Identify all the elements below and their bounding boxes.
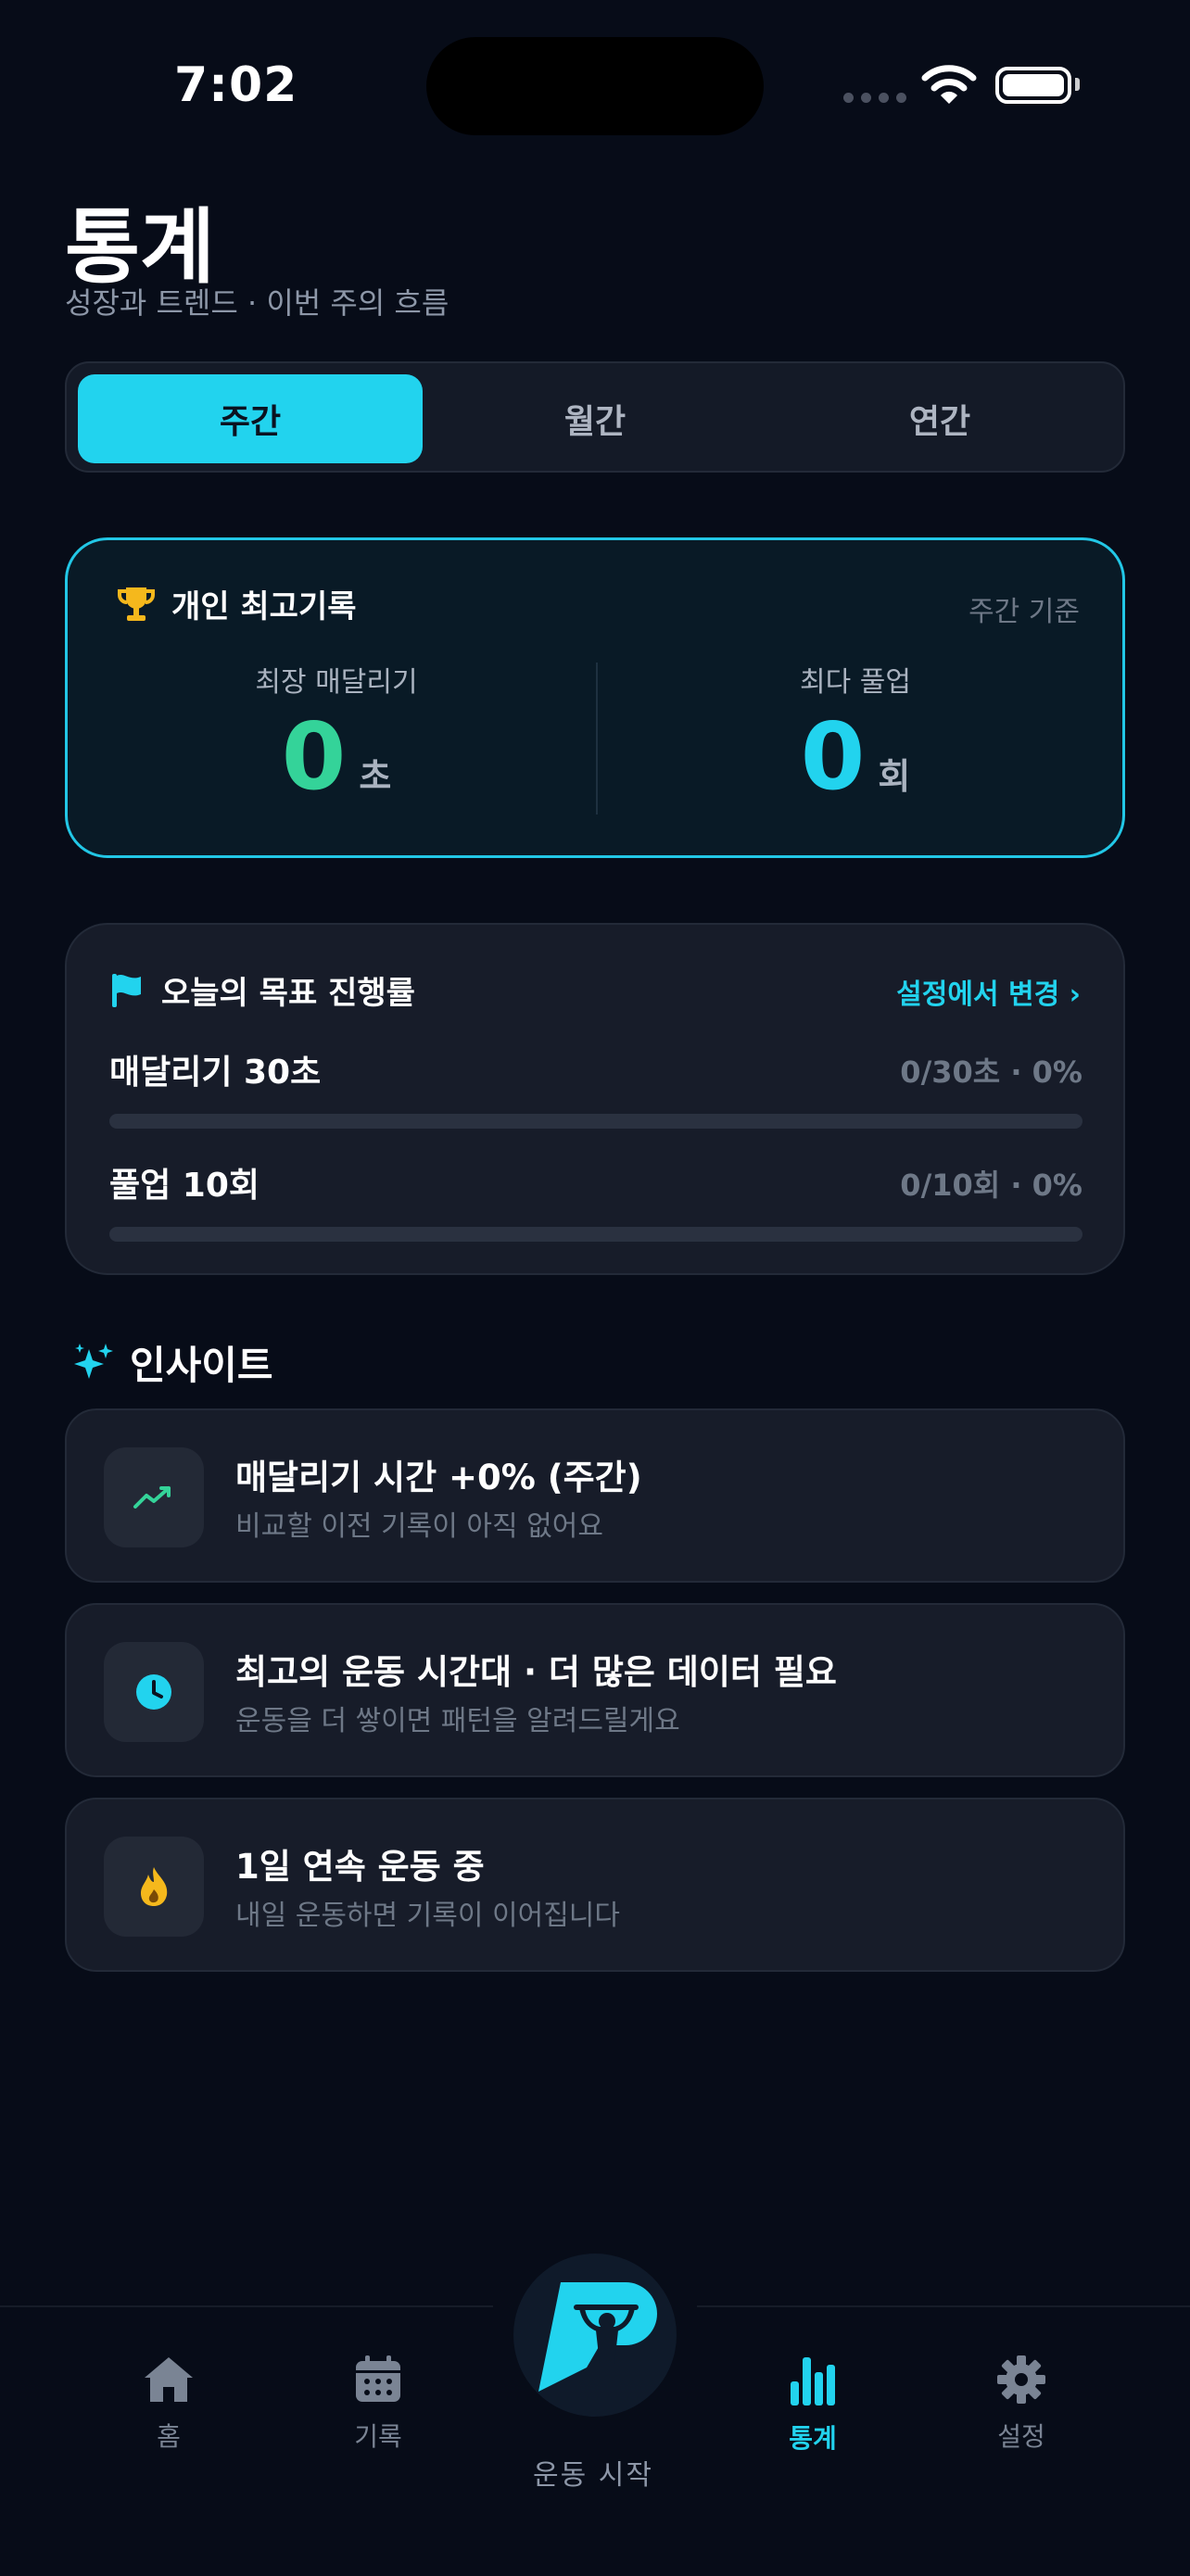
- tab-stats[interactable]: 통계: [739, 2354, 887, 2456]
- personal-best-divider: [596, 663, 598, 814]
- goal-row-pullup: 풀업 10회 0/10회 · 0%: [109, 1158, 1082, 1242]
- flame-icon: [141, 1867, 168, 1906]
- insight-card-best-time[interactable]: 최고의 운동 시간대 · 더 많은 데이터 필요 운동을 더 쌓이면 패턴을 알…: [65, 1603, 1125, 1777]
- battery-icon: [995, 67, 1071, 104]
- tab-records[interactable]: 기록: [304, 2354, 452, 2454]
- status-time: 7:02: [174, 57, 298, 113]
- insight-card-hang-trend[interactable]: 매달리기 시간 +0% (주간) 비교할 이전 기록이 아직 없어요: [65, 1408, 1125, 1583]
- max-pullup-value-row: 0회: [624, 711, 1087, 803]
- longest-hang-label: 최장 매달리기: [255, 666, 418, 699]
- insight-title: 매달리기 시간 +0% (주간): [235, 1458, 642, 1497]
- page-subtitle: 성장과 트렌드 · 이번 주의 흐름: [65, 285, 449, 321]
- start-workout-button[interactable]: [513, 2254, 677, 2417]
- max-pullup-label: 최다 풀업: [800, 666, 911, 699]
- daily-goal-title: 오늘의 목표 진행률: [161, 975, 415, 1012]
- longest-hang-value-row: 0초: [105, 711, 568, 803]
- goal-progress-track: [109, 1227, 1082, 1242]
- tab-yearly[interactable]: 연간: [767, 374, 1112, 463]
- tab-home[interactable]: 홈: [95, 2354, 243, 2454]
- daily-goal-card: 오늘의 목표 진행률 설정에서 변경 › 매달리기 30초 0/30초 · 0%…: [65, 923, 1125, 1275]
- tab-settings[interactable]: 설정: [947, 2354, 1095, 2454]
- tab-monthly[interactable]: 월간: [423, 374, 767, 463]
- max-pullup-stat: 최다 풀업 0회: [624, 659, 1087, 803]
- wifi-icon: [921, 65, 977, 104]
- sparkles-icon: [74, 1343, 113, 1379]
- insight-title: 1일 연속 운동 중: [235, 1847, 485, 1887]
- insight-subtitle: 내일 운동하면 기록이 이어집니다: [235, 1900, 621, 1932]
- longest-hang-stat: 최장 매달리기 0초: [105, 659, 568, 803]
- personal-best-title: 개인 최고기록: [171, 588, 357, 625]
- max-pullup-unit: 회: [878, 756, 911, 797]
- longest-hang-unit: 초: [359, 756, 392, 797]
- start-workout-label: 운동 시작: [533, 2459, 653, 2492]
- tab-records-label: 기록: [354, 2421, 402, 2452]
- change-in-settings-link[interactable]: 설정에서 변경 ›: [896, 971, 1081, 1012]
- dynamic-island: [426, 37, 764, 135]
- daily-goal-header: 오늘의 목표 진행률: [109, 967, 415, 1013]
- trophy-icon: [118, 587, 155, 621]
- insight-title: 최고의 운동 시간대 · 더 많은 데이터 필요: [235, 1652, 837, 1692]
- battery-cap: [1075, 78, 1080, 91]
- insight-icon-box: [104, 1642, 204, 1742]
- insight-subtitle: 비교할 이전 기록이 아직 없어요: [235, 1510, 603, 1543]
- insights-header: 인사이트: [72, 1334, 273, 1391]
- goal-row-hang: 매달리기 30초 0/30초 · 0%: [109, 1045, 1082, 1129]
- clock-icon: [136, 1674, 171, 1710]
- period-segmented-control: 주간 월간 연간: [65, 361, 1125, 473]
- personal-best-card: 개인 최고기록 주간 기준 최장 매달리기 0초 최다 풀업 0회: [65, 537, 1125, 858]
- signal-icon: [843, 93, 906, 103]
- flag-icon: [112, 973, 141, 1007]
- personal-best-header: 개인 최고기록: [116, 581, 357, 626]
- trend-up-icon: [133, 1486, 171, 1509]
- insight-card-streak[interactable]: 1일 연속 운동 중 내일 운동하면 기록이 이어집니다: [65, 1798, 1125, 1972]
- tab-stats-label: 통계: [789, 2423, 837, 2454]
- insight-icon-box: [104, 1837, 204, 1937]
- bar-chart-icon: [791, 2357, 835, 2406]
- longest-hang-value: 0: [281, 702, 347, 811]
- tab-weekly[interactable]: 주간: [78, 374, 423, 463]
- home-icon: [145, 2357, 193, 2402]
- gear-icon: [997, 2355, 1045, 2404]
- insight-subtitle: 운동을 더 쌓이면 패턴을 알려드릴게요: [235, 1705, 680, 1737]
- goal-progress-track: [109, 1114, 1082, 1129]
- app-logo-icon: [538, 2282, 657, 2392]
- calendar-icon: [356, 2355, 400, 2402]
- max-pullup-value: 0: [800, 702, 866, 811]
- insight-icon-box: [104, 1447, 204, 1547]
- insights-title: 인사이트: [130, 1343, 273, 1388]
- personal-best-basis: 주간 기준: [968, 596, 1080, 628]
- goal-stat: 0/30초 · 0%: [900, 1054, 1082, 1090]
- tab-home-label: 홈: [157, 2421, 181, 2452]
- goal-stat: 0/10회 · 0%: [900, 1168, 1082, 1203]
- tab-settings-label: 설정: [997, 2421, 1045, 2452]
